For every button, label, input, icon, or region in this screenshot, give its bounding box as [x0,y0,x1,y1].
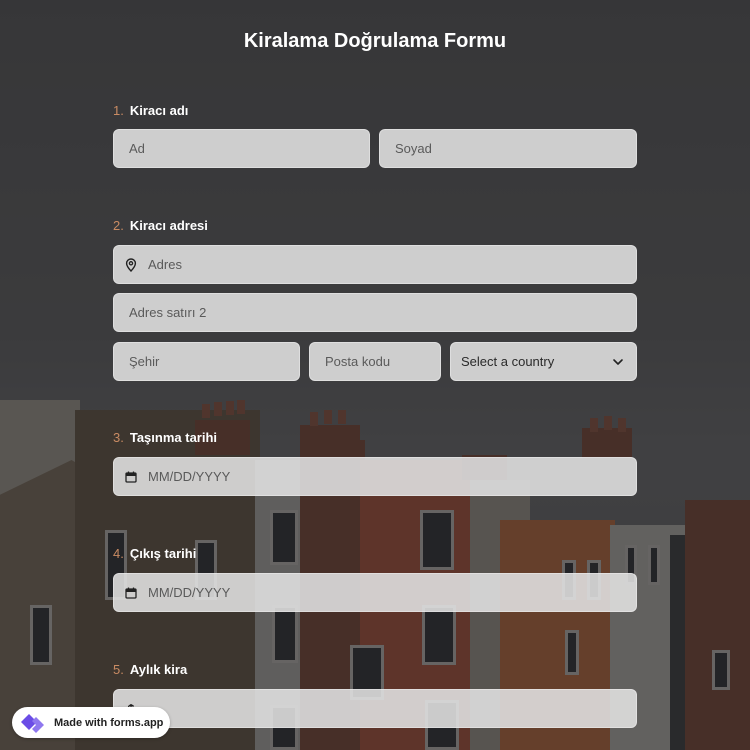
form-title: Kiralama Doğrulama Formu [243,30,507,52]
question-number: 1. [113,103,124,118]
question-tenant-name: 1. Kiracı adı [113,103,188,118]
question-number: 3. [113,430,124,445]
question-label: Kiracı adı [129,103,189,118]
question-label: Aylık kira [129,662,188,677]
made-with-badge-text: Made with forms.app [54,716,164,729]
address-placeholder: Adres [148,257,182,272]
address-input[interactable]: Adres [113,245,637,284]
move-in-date-placeholder: MM/DD/YYYY [148,469,231,484]
chevron-down-icon [612,354,624,369]
country-selected-value: Select a country [461,354,555,369]
made-with-badge[interactable]: Made with forms.app [12,707,170,738]
question-monthly-rent: 5. Aylık kira [113,662,187,677]
location-pin-icon [124,257,138,272]
postal-code-placeholder: Posta kodu [325,354,391,369]
address-line2-placeholder: Adres satırı 2 [129,305,207,320]
postal-code-input[interactable]: Posta kodu [309,342,441,381]
move-in-date-input[interactable]: MM/DD/YYYY [113,457,637,496]
question-label: Kiracı adresi [129,218,208,233]
move-out-date-placeholder: MM/DD/YYYY [148,585,231,600]
first-name-input[interactable]: Ad [113,129,370,168]
question-number: 4. [113,546,124,561]
question-number: 5. [113,662,124,677]
country-select[interactable]: Select a country [450,342,637,381]
question-move-in-date: 3. Taşınma tarihi [113,430,217,445]
calendar-icon [124,470,138,484]
question-label: Taşınma tarihi [129,430,218,445]
city-placeholder: Şehir [129,354,160,369]
city-input[interactable]: Şehir [113,342,300,381]
monthly-rent-input[interactable] [113,689,637,728]
address-line2-input[interactable]: Adres satırı 2 [113,293,637,332]
move-out-date-input[interactable]: MM/DD/YYYY [113,573,637,612]
first-name-placeholder: Ad [129,141,145,156]
calendar-icon [124,586,138,600]
question-tenant-address: 2. Kiracı adresi [113,218,208,233]
forms-app-logo-icon [20,712,46,734]
last-name-input[interactable]: Soyad [379,129,637,168]
question-move-out-date: 4. Çıkış tarihi [113,546,196,561]
question-label: Çıkış tarihi [129,546,197,561]
last-name-placeholder: Soyad [395,141,432,156]
question-number: 2. [113,218,124,233]
rental-verification-form: Kiralama Doğrulama Formu 1. Kiracı adı Ad… [0,0,750,750]
